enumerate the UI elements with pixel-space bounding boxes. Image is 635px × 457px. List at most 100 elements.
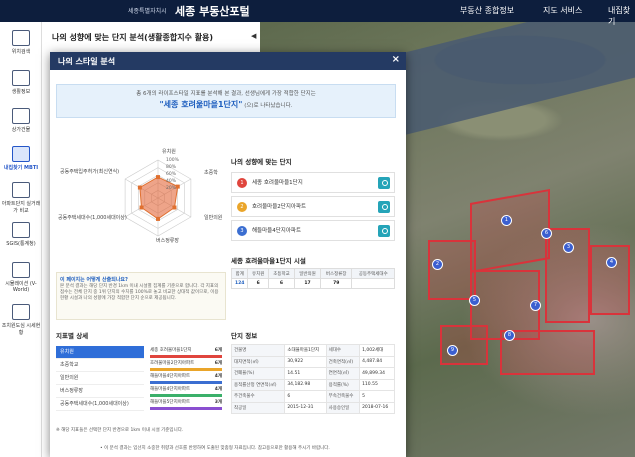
detail-key: 사용승인일 — [325, 401, 361, 414]
collapse-arrow-icon[interactable]: ◀ — [251, 32, 256, 40]
sidebar-item-apt-compare[interactable]: 아파트단지 실거래가 비교 — [0, 182, 42, 214]
bar-line — [150, 368, 222, 371]
complex-block[interactable] — [590, 245, 630, 315]
detail-value: 14.51 — [284, 367, 327, 380]
indicator-bar: 호려울마을2단지아파트 6개 — [148, 359, 226, 372]
facility-table: 합계 유치원 초등학교 일반의원 버스정류장 공동주택세대수 124 6 6 1… — [230, 268, 395, 289]
radar-pct: 20% — [166, 186, 177, 191]
sidebar-item-label: 상가건물 — [11, 127, 31, 133]
radar-point — [156, 175, 160, 180]
indicator-bar: 해들마을4단지아파트 4개 — [148, 385, 226, 398]
indicator-tab[interactable]: 유치원 — [56, 346, 144, 359]
location-pin-icon[interactable] — [378, 177, 390, 189]
nav-realestate-info[interactable]: 부동산 종합정보 — [460, 5, 514, 16]
map-pin[interactable]: 5 — [469, 295, 480, 306]
indicator-title: 지표별 상세 — [56, 332, 89, 340]
detail-title: 단지 정보 — [231, 332, 258, 340]
sidebar-item-commercial[interactable]: 상가건물 — [0, 108, 42, 133]
map-pin[interactable]: 9 — [447, 345, 458, 356]
map-pin[interactable]: 7 — [530, 300, 541, 311]
radar-pct: 80% — [166, 165, 177, 170]
map-pin[interactable]: 2 — [432, 259, 443, 270]
indicator-bar: 해들마을5단지아파트 3개 — [148, 398, 226, 411]
detail-value: 6 — [284, 390, 327, 403]
match-item[interactable]: 1 세종 호려울마을1단지 — [231, 172, 395, 193]
complex-block[interactable] — [470, 188, 550, 274]
complex-block[interactable] — [440, 325, 488, 365]
info-box: 이 페이지는 어떻게 산출되나요? 본 분석 결과는 해당 단지 반경 1km … — [56, 272, 226, 320]
bar-count: 6개 — [214, 361, 222, 366]
detail-value: 110.55 — [359, 378, 395, 391]
map-pin[interactable]: 3 — [563, 242, 574, 253]
radar-label-newest: 공동주택입주허가(최신연식) — [60, 169, 120, 175]
sidebar-item-label: 생활정보 — [11, 89, 31, 95]
sidebar-item-life-info[interactable]: 생활정보 — [0, 70, 42, 95]
match-item[interactable]: 3 해들마을4단지아파트 — [231, 220, 395, 241]
radar-label-school: 초중학 — [204, 170, 218, 176]
complex-block[interactable] — [428, 240, 476, 300]
detail-value: 2018-07-16 — [359, 401, 395, 414]
nav-map-service[interactable]: 지도 서비스 — [543, 5, 582, 16]
sidebar-item-jochiwon[interactable]: 조치원도심 시세현황 — [0, 304, 42, 336]
sidebar-item-label: 내집찾기 MBTI — [3, 165, 39, 171]
bar-line — [150, 394, 222, 397]
detail-key: 건폐율(%) — [230, 367, 286, 380]
map-pin[interactable]: 6 — [541, 228, 552, 239]
fac-value: 6 — [247, 278, 269, 289]
bar-name: 해들마을5단지아파트 — [150, 400, 191, 405]
indicator-tab[interactable]: 초중학교 — [56, 359, 144, 372]
site-logo[interactable]: 세종특별자치시 — [128, 6, 167, 15]
radar-point — [137, 185, 142, 190]
bar-count: 3개 — [214, 400, 222, 405]
detail-key: 건물명 — [230, 344, 286, 357]
radar-svg — [124, 159, 192, 237]
location-pin-icon[interactable] — [378, 201, 390, 213]
close-icon[interactable]: × — [392, 54, 400, 65]
footnote: ※ 해당 지표들은 선택한 단지 반경으로 1km 이내 시설 기준입니다. — [56, 428, 184, 433]
site-title[interactable]: 세종 부동산포털 — [175, 3, 250, 19]
apartment-icon — [12, 182, 30, 198]
indicator-tab[interactable]: 일반의원 — [56, 372, 144, 385]
radar-point — [139, 205, 144, 210]
bar-line — [150, 407, 222, 410]
radar-pct: 100% — [166, 158, 179, 163]
left-sidebar: 위치검색 생활정보 상가건물 내집찾기 MBTI 아파트단지 실거래가 비교 S… — [0, 22, 42, 457]
indicator-bar: 세종 호려울마을1단지 6개 — [148, 346, 226, 359]
map-pin[interactable]: 1 — [501, 215, 512, 226]
nav-find-home[interactable]: 내집찾기 — [608, 5, 635, 27]
result-suffix: (으)로 나타났습니다. — [244, 103, 293, 109]
sidebar-item-mbti[interactable]: 내집찾기 MBTI — [0, 146, 42, 171]
top-navbar: 세종특별자치시 세종 부동산포털 부동산 종합정보 지도 서비스 내집찾기 — [0, 0, 635, 26]
sidebar-item-location-search[interactable]: 위치검색 — [0, 30, 42, 55]
detail-key: 건축면적(㎡) — [325, 355, 361, 368]
sidebar-item-label: SGIS(통계청) — [6, 241, 36, 247]
bar-line — [150, 381, 222, 384]
detail-value: 49,899.34 — [359, 367, 395, 380]
detail-key: 연면적(㎡) — [325, 367, 361, 380]
rank-badge: 2 — [237, 202, 247, 212]
map-pin[interactable]: 8 — [504, 330, 515, 341]
match-item[interactable]: 2 호려울마을2단지아파트 — [231, 196, 395, 217]
detail-value: 4,487.84 — [359, 355, 395, 368]
indicator-tab[interactable]: 버스정류장 — [56, 385, 144, 398]
search-location-icon — [12, 30, 30, 46]
fac-header: 합계 — [230, 268, 249, 279]
bar-name: 해들마을4단지아파트 — [150, 387, 191, 392]
detail-value: 2015-12-31 — [284, 401, 327, 414]
detail-value: 5 — [359, 390, 395, 403]
radar-label-bus: 버스정류장 — [156, 238, 180, 244]
bar-name: 해들마을4단지아파트 — [150, 374, 191, 379]
location-pin-icon[interactable] — [378, 225, 390, 237]
detail-key: 용적률산정 연면적(㎡) — [230, 378, 286, 391]
fac-value: 17 — [293, 278, 321, 289]
map-pin[interactable]: 4 — [606, 257, 617, 268]
indicator-tab[interactable]: 공동주택세대수(1,000세대이상) — [56, 398, 144, 411]
sidebar-item-label: 시뮬레이션 (V-World) — [5, 281, 37, 293]
sidebar-item-sgis[interactable]: SGIS(통계청) — [0, 222, 42, 247]
match-name: 세종 호려울마을1단지 — [252, 180, 303, 186]
sidebar-item-simulation[interactable]: 시뮬레이션 (V-World) — [0, 262, 42, 293]
info-question: 이 페이지는 어떻게 산출되나요? — [60, 277, 128, 283]
radar-pct: 60% — [166, 172, 177, 177]
bar-count: 6개 — [214, 348, 222, 353]
facility-title: 세종 호려울마을1단지 시설 — [231, 257, 306, 265]
